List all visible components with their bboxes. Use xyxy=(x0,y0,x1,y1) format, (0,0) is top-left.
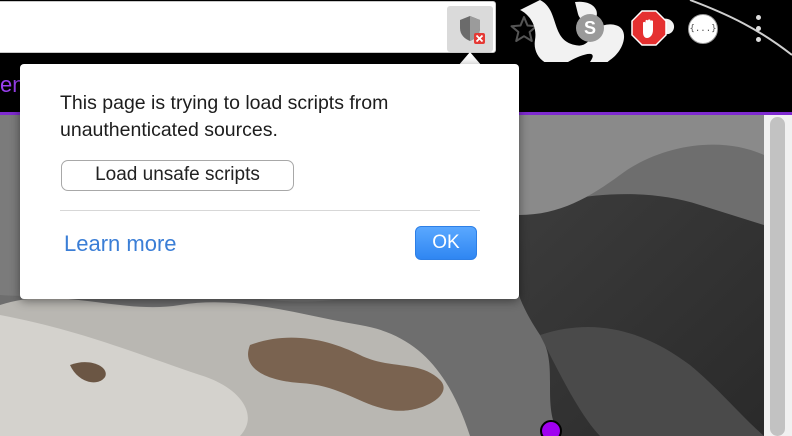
load-unsafe-scripts-button[interactable]: Load unsafe scripts xyxy=(61,160,294,191)
insecure-content-shield-button[interactable] xyxy=(447,6,493,52)
scrollbar-thumb[interactable] xyxy=(770,117,785,436)
insecure-scripts-popup: This page is trying to load scripts from… xyxy=(20,64,519,299)
ok-button[interactable]: OK xyxy=(415,226,477,260)
learn-more-link[interactable]: Learn more xyxy=(64,231,177,257)
shield-blocked-icon xyxy=(460,16,485,44)
map-marker[interactable] xyxy=(540,420,562,436)
s-extension-icon[interactable]: S xyxy=(576,14,604,42)
adblock-stop-icon[interactable] xyxy=(631,10,667,46)
browser-toolbar: S {...} xyxy=(0,0,792,62)
popup-message: This page is trying to load scripts from… xyxy=(60,92,389,141)
popup-divider xyxy=(60,210,480,211)
address-bar[interactable] xyxy=(0,1,496,53)
vertical-dots-icon xyxy=(756,15,761,20)
json-viewer-icon[interactable]: {...} xyxy=(688,14,718,44)
browser-menu-button[interactable] xyxy=(748,12,768,46)
